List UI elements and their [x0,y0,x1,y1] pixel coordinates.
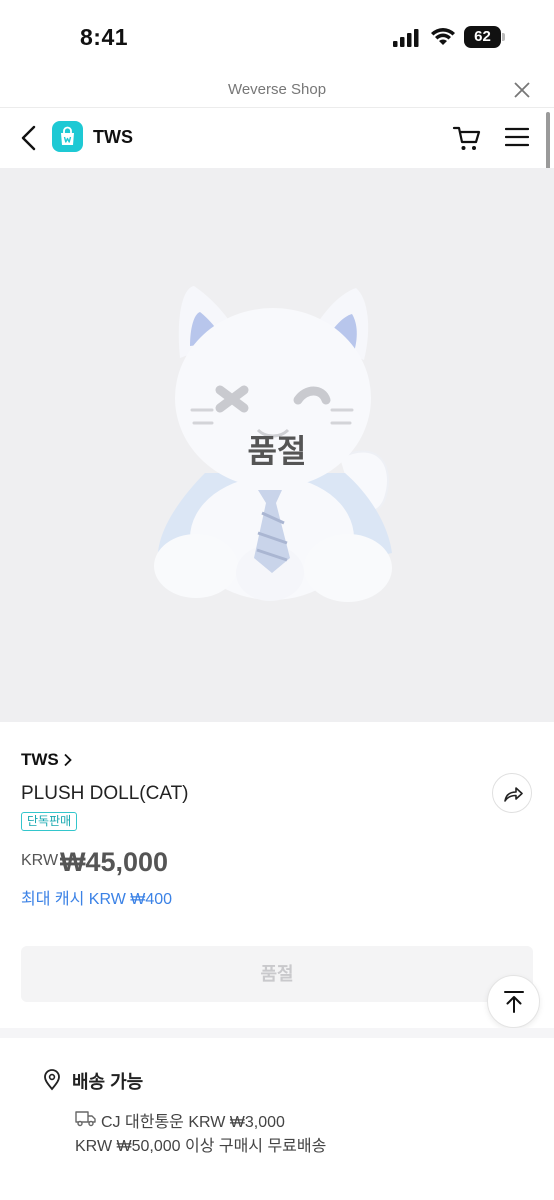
menu-icon[interactable] [505,126,529,148]
webview-bar: Weverse Shop [0,68,554,108]
webview-title: Weverse Shop [227,81,327,98]
free-shipping-condition: KRW ₩50,000 이상 구매시 무료배송 [75,1138,327,1155]
cash-reward: 최대 캐시 KRW ₩400 [21,891,173,908]
cart-icon[interactable] [452,124,482,152]
shop-logo[interactable] [52,121,83,152]
exclusive-badge: 단독판매 [21,812,78,831]
battery-level: 62 [474,28,491,45]
close-icon[interactable] [512,80,532,100]
shop-header: TWS [0,108,554,168]
product-image: 품절 [0,168,554,722]
soldout-button[interactable]: 품절 [21,946,533,1002]
shipping-section: 배송 가능 CJ 대한통운 KRW ₩3,000 KRW ₩50,000 이상 … [0,1038,554,1200]
brand-link[interactable]: TWS [21,750,73,770]
shopping-bag-icon [61,126,74,145]
chevron-right-icon [64,753,72,767]
price-currency: KRW [21,852,59,869]
status-bar: 8:41 62 [0,0,554,68]
location-pin-icon [44,1069,60,1091]
brand-name: TWS [21,750,59,769]
status-time: 8:41 [80,24,129,50]
share-icon [504,787,523,802]
soldout-overlay: 품절 [247,433,307,469]
scroll-top-button[interactable] [487,975,540,1028]
share-button[interactable] [492,773,532,813]
back-icon[interactable] [18,124,40,152]
shipping-title: 배송 가능 [72,1072,144,1092]
price-value: ₩45,000 [60,847,169,877]
carrier-fee: CJ 대한통운 KRW ₩3,000 [101,1114,285,1131]
truck-icon [75,1111,96,1127]
arrow-up-icon [504,991,524,1013]
product-name: PLUSH DOLL(CAT) [21,783,189,804]
shop-name[interactable]: TWS [93,127,133,148]
signal-icon [393,29,419,47]
wifi-icon [431,28,455,45]
section-divider [0,1028,554,1038]
battery-icon: 62 [464,26,506,48]
